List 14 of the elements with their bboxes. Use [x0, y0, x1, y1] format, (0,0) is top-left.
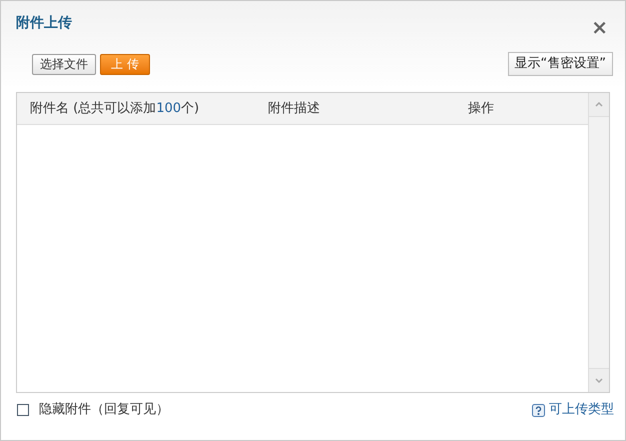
column-header: 操作 [468, 100, 495, 118]
scroll-down-icon[interactable] [595, 378, 603, 383]
choose-file-button[interactable]: 选择文件 [32, 54, 96, 74]
dialog-title: 附件上传 [16, 14, 72, 32]
scroll-up-icon[interactable] [595, 102, 603, 107]
scrollbar[interactable] [588, 93, 609, 392]
column-header: 附件名 (总共可以添加100个) [30, 100, 200, 118]
close-button[interactable]: × [591, 17, 608, 37]
checkbox-label: 隐藏附件（回复可见） [39, 401, 169, 420]
help-icon [532, 404, 545, 416]
privacy-settings-button[interactable]: 显示“售密设置” [508, 52, 613, 76]
checkbox[interactable] [17, 404, 29, 416]
column-header: 附件描述 [268, 100, 321, 118]
upload-types-link[interactable]: 可上传类型 [549, 400, 614, 420]
